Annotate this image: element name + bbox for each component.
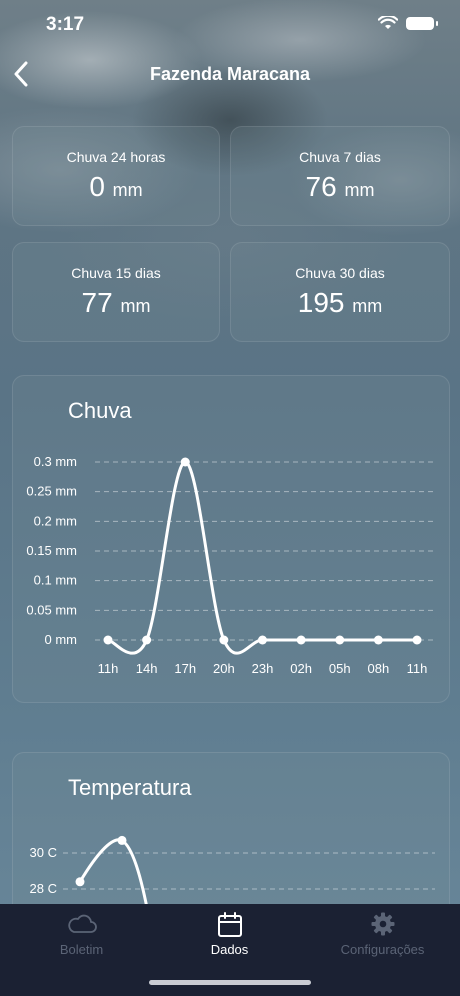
data-point	[219, 635, 229, 645]
rain-chart: 0.3 mm 0.25 mm 0.2 mm 0.15 mm 0.1 mm 0.05 mm 0…	[26, 454, 435, 676]
data-point	[75, 877, 85, 887]
stat-value: 0 mm	[13, 171, 219, 203]
data-point	[103, 635, 113, 645]
tab-boletim[interactable]: Boletim	[5, 904, 158, 964]
tab-dados[interactable]: Dados	[153, 904, 306, 964]
y-tick-label: 0.2 mm	[34, 513, 77, 528]
stat-value: 195 mm	[231, 287, 449, 319]
data-point	[117, 835, 127, 845]
stat-card-15d: Chuva 15 dias 77 mm	[12, 242, 220, 342]
stat-value: 77 mm	[13, 287, 219, 319]
x-tick-label: 08h	[368, 661, 390, 676]
data-point	[335, 635, 345, 645]
gear-icon	[371, 912, 394, 936]
stat-label: Chuva 30 dias	[295, 265, 385, 281]
status-bar: 3:17	[0, 0, 460, 50]
wifi-icon	[378, 16, 398, 29]
page-title: Fazenda Maracana	[149, 64, 311, 84]
stat-value: 76 mm	[231, 171, 449, 203]
data-point	[296, 635, 306, 645]
x-tick-label: 02h	[290, 661, 312, 676]
data-point	[142, 635, 152, 645]
stat-number: 77	[81, 287, 113, 318]
y-tick-label: 30 C	[30, 845, 57, 860]
stat-label: Chuva 7 dias	[299, 149, 381, 165]
y-tick-label: 0.25 mm	[26, 484, 77, 499]
x-tick-label: 17h	[174, 661, 196, 676]
status-icons	[378, 16, 438, 30]
tab-label: Configurações	[340, 942, 425, 957]
x-tick-label: 11h	[98, 661, 119, 676]
stat-number: 0	[89, 171, 105, 202]
nav-bar: Fazenda Maracana	[0, 55, 460, 95]
x-tick-label: 23h	[252, 661, 274, 676]
calendar-icon	[217, 912, 242, 937]
tab-configuracoes[interactable]: Configurações	[306, 904, 459, 964]
stat-number: 195	[297, 287, 345, 318]
stat-number: 76	[305, 171, 337, 202]
data-point	[258, 635, 267, 645]
data-point	[412, 635, 422, 645]
rain-series-line	[107, 460, 417, 655]
data-point	[373, 635, 383, 645]
stat-label: Chuva 15 dias	[71, 265, 161, 281]
home-indicator	[149, 980, 311, 985]
cloud-icon	[67, 914, 97, 933]
x-tick-label: 14h	[136, 661, 158, 676]
stat-unit: mm	[120, 296, 151, 316]
status-time: 3:17	[46, 14, 85, 35]
x-tick-label: 20h	[213, 661, 235, 676]
y-tick-label: 0 mm	[45, 632, 78, 647]
tab-label: Dados	[210, 942, 249, 957]
y-tick-label: 0.05 mm	[26, 602, 77, 617]
y-tick-label: 28 C	[30, 881, 57, 896]
stat-card-30d: Chuva 30 dias 195 mm	[230, 242, 450, 342]
y-tick-label: 0.3 mm	[34, 454, 77, 469]
stat-card-7d: Chuva 7 dias 76 mm	[230, 126, 450, 226]
x-tick-label: 11h	[407, 661, 428, 676]
battery-icon	[406, 16, 438, 30]
rain-chart-card: Chuva 0.3 mm 0.25 mm 0.2 mm 0.15 mm 0.1 mm 0.…	[12, 375, 450, 703]
y-tick-label: 0.1 mm	[34, 573, 77, 588]
x-tick-label: 05h	[329, 661, 351, 676]
data-point	[180, 457, 190, 467]
stat-unit: mm	[352, 296, 383, 316]
stat-label: Chuva 24 horas	[66, 149, 166, 165]
stat-unit: mm	[112, 180, 143, 200]
tab-label: Boletim	[59, 942, 104, 957]
stat-unit: mm	[344, 180, 375, 200]
y-tick-label: 0.15 mm	[26, 543, 77, 558]
stat-card-24h: Chuva 24 horas 0 mm	[12, 126, 220, 226]
